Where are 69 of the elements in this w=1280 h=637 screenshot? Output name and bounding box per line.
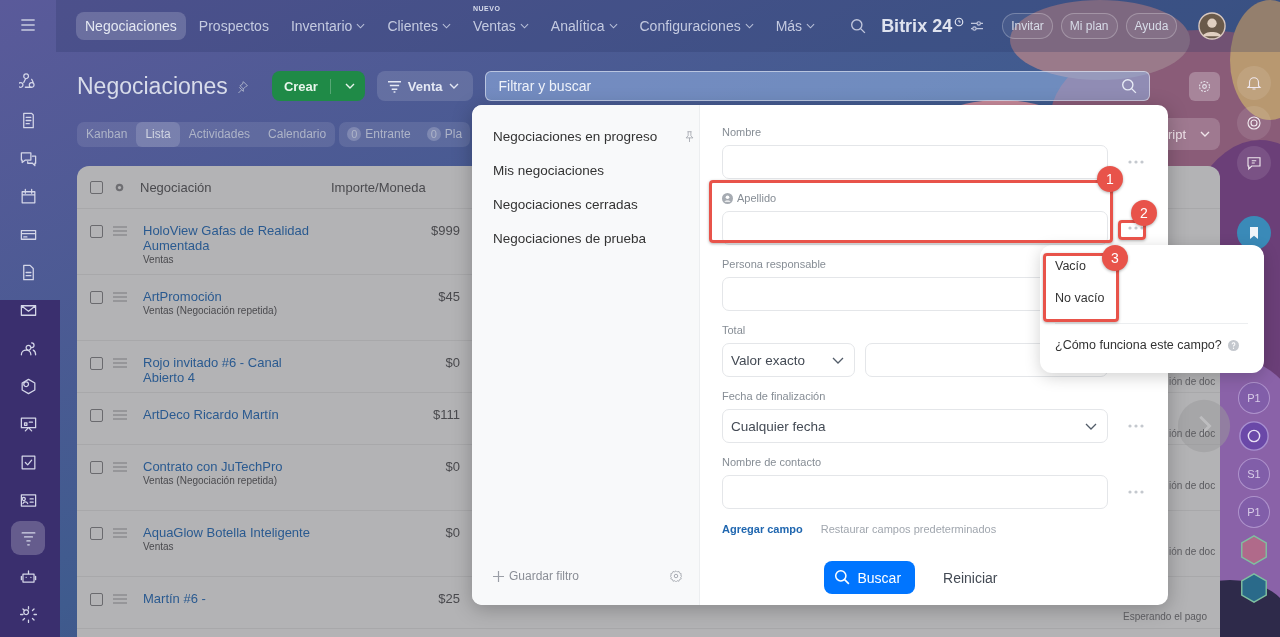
nav-tab[interactable]: Más [766,12,825,40]
page-title: Negociaciones [77,72,228,100]
deal-pipeline: Ventas (Negociación repetida) [143,474,278,487]
table-cell-text: ión de doc [1169,376,1217,387]
preset-filter[interactable]: Negociaciones cerradas [493,197,638,212]
header-button[interactable]: Ayuda [1125,13,1178,39]
header-button[interactable]: Mi plan [1060,13,1118,39]
dropdown[interactable]: Valor exacto [722,343,855,377]
brand-logo[interactable]: Bitrix 24 [881,15,953,37]
view-tab[interactable]: Kanban [77,121,137,147]
counter-label: Entrante [365,127,411,141]
header-button[interactable]: Invitar [1002,13,1053,39]
deal-pipeline: Ventas [143,540,175,553]
nav-tab[interactable]: Prospectos [189,12,278,40]
preset-filter[interactable]: Mis negociaciones [493,163,605,178]
create-button[interactable]: Crear [271,71,365,101]
search-field[interactable]: Filtrar y buscar [484,71,1150,101]
table-cell-text: ión de doc [1169,428,1217,439]
nav-tab[interactable]: Negociaciones [76,12,186,40]
view-tab[interactable]: Lista [136,121,180,147]
field-label: Apellido [737,192,777,204]
search-button[interactable]: Buscar [824,561,916,594]
pipeline-button[interactable]: Venta [376,71,473,101]
table-cell-text: $25 [437,591,460,606]
preset-filter[interactable]: Negociaciones de prueba [493,231,647,246]
field-label: Nombre de contacto [722,456,822,468]
save-filter-link[interactable]: Guardar filtro [493,569,580,583]
field-label: Persona responsable [722,258,826,270]
table-cell-text: $999 [430,223,460,238]
deal-pipeline: Ventas [143,253,175,266]
user-avatar[interactable]: P1 [1238,496,1270,528]
column-header[interactable]: Negociación [140,179,331,195]
restore-fields-link[interactable]: Restaurar campos predeterminados [820,523,997,535]
deal-pipeline: Ventas (Negociación repetida) [143,304,278,317]
deal-link[interactable]: AquaGlow Botella Inteligente [143,525,315,540]
table-cell-text: Esperando el pago [1123,611,1208,622]
nav-tab[interactable]: Analítica [541,12,627,40]
column-header[interactable]: Importe/Moneda [331,179,426,195]
table-cell-text: $0 [444,355,460,370]
help-link[interactable]: ¿Cómo funciona este campo? [1055,338,1222,352]
table-cell-text: ión de doc [1169,480,1217,491]
deal-link[interactable]: HoloView Gafas de Realidad Aumentada [143,223,315,253]
counter-label: Pla [444,127,463,141]
table-cell-text: $45 [437,289,460,304]
add-field-link[interactable]: Agregar campo [722,523,803,535]
view-tab[interactable]: Calendario [259,121,336,147]
nav-tab[interactable]: Inventario [281,12,375,40]
dropdown[interactable]: Cualquier fecha [722,409,1108,443]
field-label: Nombre [722,126,762,138]
user-avatar[interactable]: S1 [1238,458,1270,490]
nav-tab[interactable]: Configuraciones [630,12,763,40]
deal-link[interactable]: ArtPromoción [143,289,315,304]
view-tab[interactable]: Actividades [179,121,260,147]
user-avatar[interactable]: P1 [1238,382,1270,414]
deal-link[interactable]: Rojo invitado #6 - Canal Abierto 4 [143,355,315,385]
nav-tab[interactable]: Clientes [378,12,460,40]
field-label: Total [722,324,746,336]
reset-button[interactable]: Reiniciar [937,561,1004,594]
table-cell-text: $0 [444,525,460,540]
deal-link[interactable]: Martín #6 - [143,591,315,606]
button-label: ript [1167,126,1186,142]
menu-item[interactable]: No vacío [1055,291,1248,323]
table-cell-text: $111 [432,407,460,422]
table-cell-text: ión de doc [1169,546,1217,557]
deal-link[interactable]: ArtDeco Ricardo Martín [143,407,315,422]
field-label: Fecha de finalización [722,390,826,402]
preset-filter[interactable]: Negociaciones en progreso [493,129,658,144]
table-cell-text: $0 [444,459,460,474]
deal-link[interactable]: Contrato con JuTechPro [143,459,315,474]
